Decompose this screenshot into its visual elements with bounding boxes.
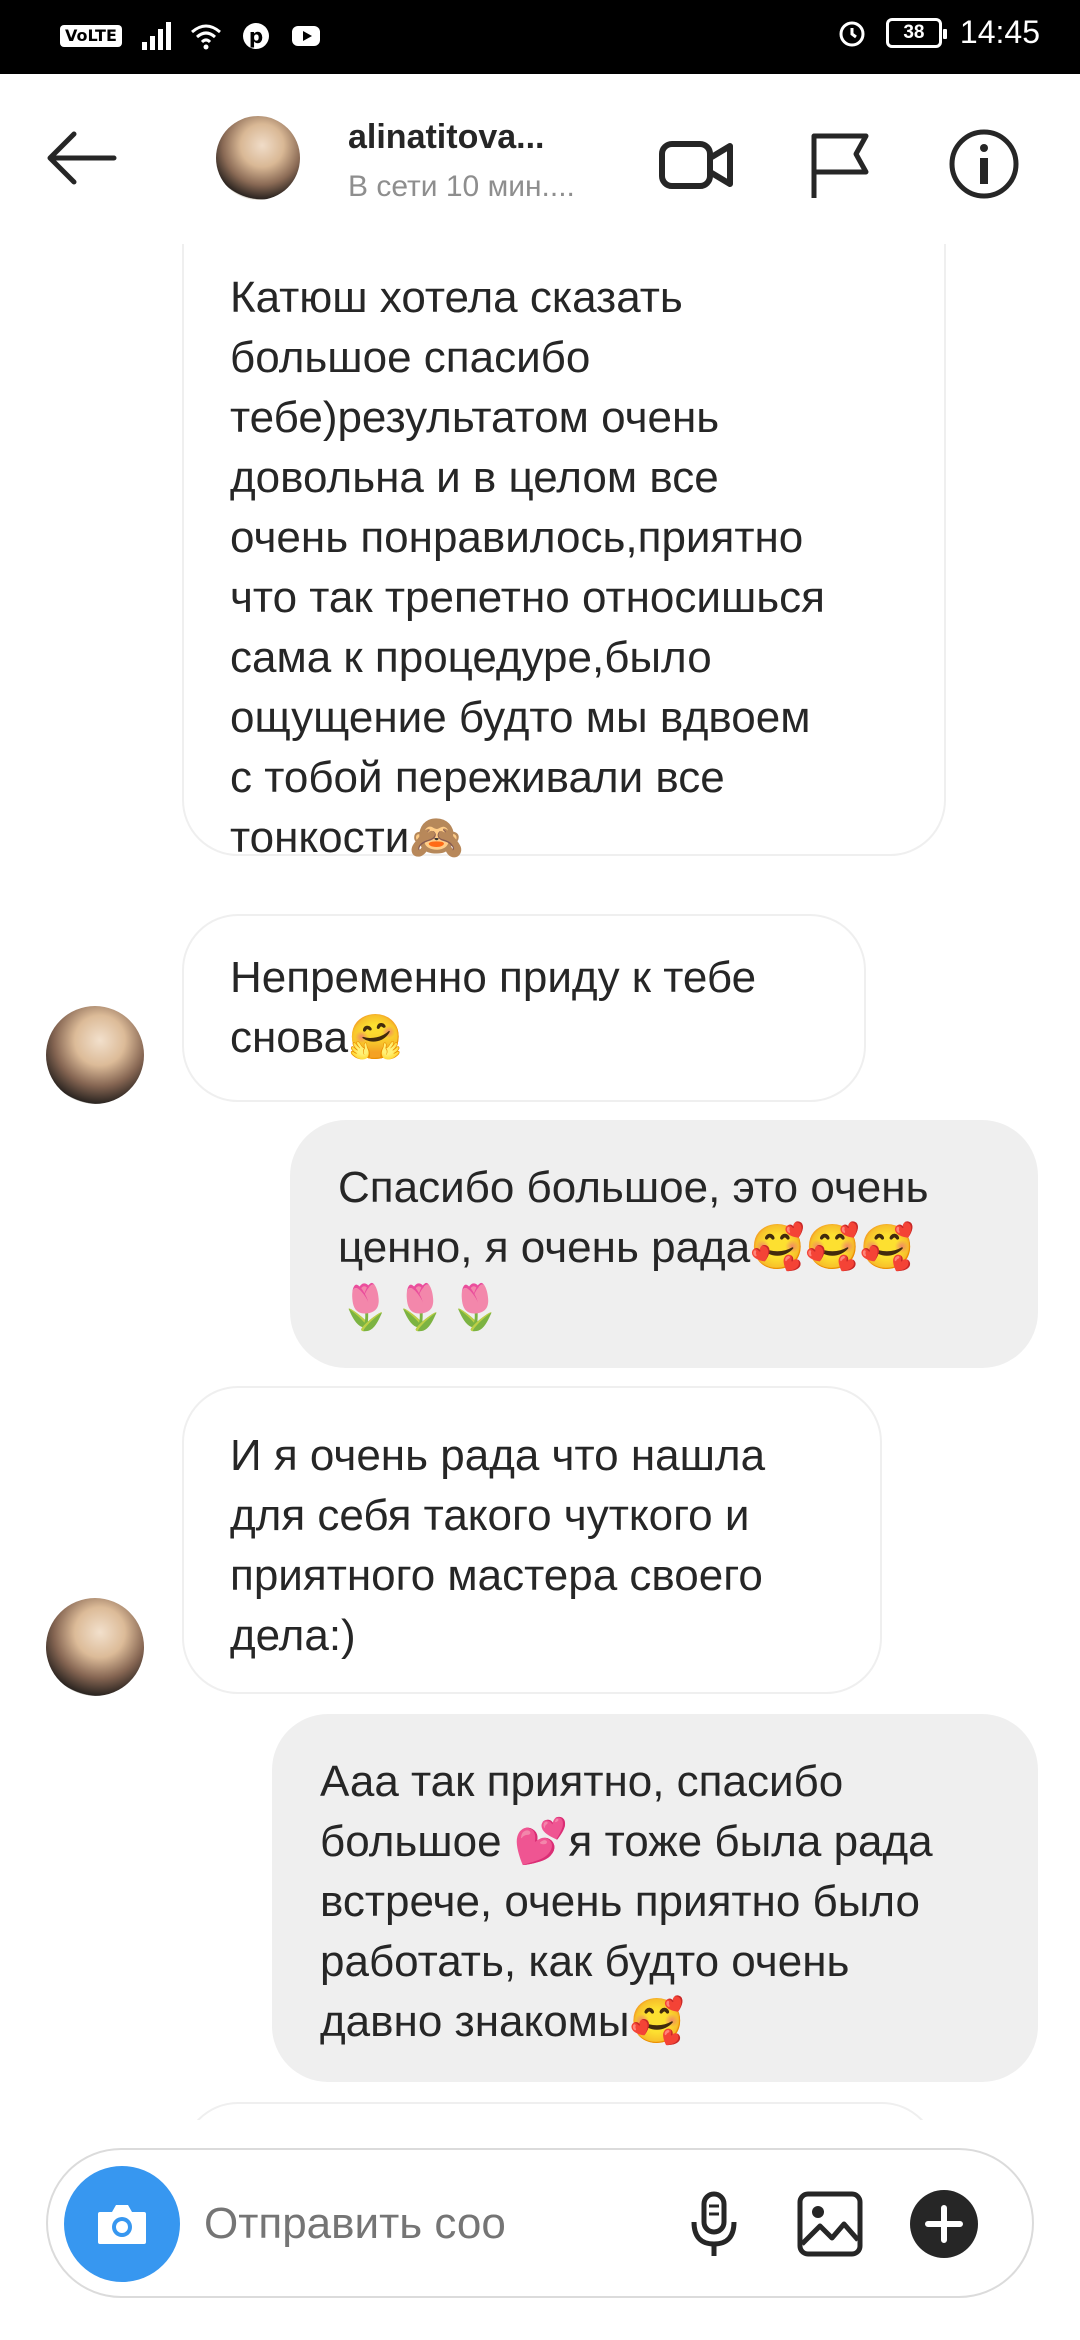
pinterest-icon: p: [242, 23, 269, 49]
message-bubble-incoming-partial[interactable]: [182, 2102, 938, 2120]
status-right: 38 14:45: [836, 14, 1040, 51]
message-input[interactable]: [204, 2194, 504, 2254]
chat-header: alinatitova... В сети 10 мин....: [0, 74, 1080, 244]
svg-text:p: p: [249, 24, 263, 48]
avatar[interactable]: [216, 116, 300, 200]
contact-username[interactable]: alinatitova...: [348, 118, 588, 157]
youtube-icon: [291, 26, 320, 46]
message-composer: [46, 2148, 1034, 2298]
microphone-icon[interactable]: [678, 2188, 750, 2260]
gallery-icon[interactable]: [794, 2188, 866, 2260]
signal-icon: [141, 22, 171, 50]
back-arrow-icon[interactable]: [44, 126, 120, 190]
plus-icon[interactable]: [908, 2188, 980, 2260]
flag-icon[interactable]: [800, 124, 880, 204]
sender-avatar[interactable]: [46, 1006, 144, 1104]
message-bubble-outgoing[interactable]: Спасибо большое, это очень ценно, я очен…: [290, 1120, 1038, 1368]
camera-icon: [98, 2205, 146, 2244]
sender-avatar[interactable]: [46, 1598, 144, 1696]
message-bubble-outgoing[interactable]: Ааа так приятно, спасибо большое 💕я тоже…: [272, 1714, 1038, 2082]
info-icon[interactable]: [944, 124, 1024, 204]
battery-indicator: 38: [885, 17, 947, 48]
message-bubble-incoming[interactable]: И я очень рада что нашла для себя такого…: [182, 1386, 882, 1694]
clock: 14:45: [959, 14, 1040, 50]
camera-button[interactable]: [64, 2166, 180, 2282]
message-bubble-incoming[interactable]: Непременно приду к тебе снова🤗: [182, 914, 866, 1102]
contact-status: В сети 10 мин....: [348, 170, 575, 203]
wifi-icon: [190, 24, 221, 50]
message-list[interactable]: Катюш хотела сказать большое спасибо теб…: [0, 244, 1080, 2120]
status-left: VoLTE p: [60, 20, 322, 52]
message-bubble-incoming[interactable]: Катюш хотела сказать большое спасибо теб…: [182, 244, 946, 862]
status-bar: VoLTE p 38 14:45: [0, 0, 1080, 74]
alarm-icon: [839, 21, 865, 46]
video-call-icon[interactable]: [656, 124, 736, 204]
volte-indicator: VoLTE: [60, 25, 122, 47]
